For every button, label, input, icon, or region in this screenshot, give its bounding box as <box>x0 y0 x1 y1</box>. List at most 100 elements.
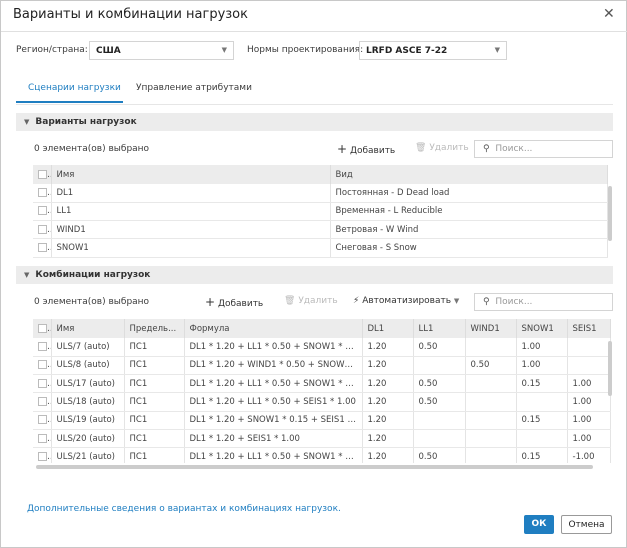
table-row[interactable]: ULS/19 (auto) ПС1 DL1 * 1.20 + SNOW1 * 0.1… <box>33 411 611 430</box>
col-4[interactable]: LL1 <box>413 319 466 338</box>
close-icon[interactable]: ✕ <box>603 6 615 22</box>
row-checkbox[interactable] <box>33 356 52 376</box>
cell <box>465 374 517 394</box>
cell: DL1 * 1.20 + SNOW1 * 0.15 + SEIS1 * 1.00 <box>184 411 363 430</box>
dialog: Варианты и комбинации нагрузок ✕ Регион/… <box>0 0 627 548</box>
cell: 1.20 <box>362 447 414 463</box>
cell: DL1 * 1.20 + LL1 * 0.50 + SNOW1 * 0.15 .… <box>184 374 363 394</box>
col-5[interactable]: WIND1 <box>465 319 517 338</box>
add-label: Добавить <box>217 299 264 309</box>
row-checkbox[interactable] <box>33 202 52 222</box>
row-checkbox[interactable] <box>33 429 52 449</box>
cell: ULS/8 (auto) <box>51 356 125 376</box>
table-row[interactable]: ULS/7 (auto) ПС1 DL1 * 1.20 + LL1 * 0.50 +… <box>33 338 611 357</box>
combos-vscrollbar[interactable] <box>608 341 612 396</box>
col-2[interactable]: Формула <box>184 319 363 338</box>
chevron-down-icon: ▼ <box>221 46 227 54</box>
cell: ULS/20 (auto) <box>51 429 125 449</box>
dialog-title: Варианты и комбинации нагрузок <box>13 7 248 22</box>
add-case-button[interactable]: + Добавить <box>337 142 395 156</box>
col-7[interactable]: SEIS1 <box>567 319 611 338</box>
row-checkbox[interactable] <box>33 238 52 258</box>
cell: 1.20 <box>362 356 414 376</box>
select-all-checkbox[interactable] <box>33 319 52 338</box>
cell: ПС1 <box>124 356 185 376</box>
cell: ПС1 <box>124 392 185 412</box>
table-header: Имя Предель... Формула DL1 LL1 WIND1 SNOW1 SEIS… <box>33 319 611 338</box>
cell: ПС1 <box>124 447 185 463</box>
region-value: США <box>96 46 121 56</box>
cell <box>516 392 568 412</box>
table-row[interactable]: DL1 Постоянная - D Dead load <box>33 184 608 203</box>
cell: 1.20 <box>362 411 414 430</box>
table-row[interactable]: ULS/20 (auto) ПС1 DL1 * 1.20 + SEIS1 * 1.0… <box>33 429 611 449</box>
col-name[interactable]: Имя <box>51 165 331 184</box>
lightning-icon: ⚡ <box>353 296 360 306</box>
select-all-checkbox[interactable] <box>33 165 52 184</box>
table-row[interactable]: ULS/17 (auto) ПС1 DL1 * 1.20 + LL1 * 0.50 … <box>33 374 611 394</box>
automate-button[interactable]: ⚡ Автоматизировать ▼ <box>353 296 459 306</box>
cell: 1.20 <box>362 374 414 394</box>
table-row[interactable]: ULS/18 (auto) ПС1 DL1 * 1.20 + LL1 * 0.50 … <box>33 392 611 412</box>
delete-case-button[interactable]: 🗑 Удалить <box>415 143 469 153</box>
cases-scrollbar[interactable] <box>608 186 612 241</box>
collapse-icon: ▼ <box>24 271 30 279</box>
delete-label: Удалить <box>429 143 469 153</box>
help-link[interactable]: Дополнительные сведения о вариантах и ко… <box>27 504 341 514</box>
cell: DL1 * 1.20 + WIND1 * 0.50 + SNOW1 * 1... <box>184 356 363 376</box>
cell-type: Снеговая - S Snow <box>330 238 608 258</box>
combo-search-input[interactable]: ⚲ Поиск... <box>474 293 613 311</box>
case-search-input[interactable]: ⚲ Поиск... <box>474 140 613 158</box>
section-load-combinations[interactable]: ▼ Комбинации нагрузок <box>16 266 613 284</box>
cancel-button[interactable]: Отмена <box>561 515 612 534</box>
code-label: Нормы проектирования: <box>247 45 364 55</box>
chevron-down-icon: ▼ <box>453 297 460 305</box>
tab-load-scenarios[interactable]: Сценарии нагрузки <box>16 83 123 103</box>
region-select[interactable]: США ▼ <box>89 41 234 60</box>
ok-button[interactable]: ОК <box>524 515 554 534</box>
cell-name: WIND1 <box>51 220 331 240</box>
delete-label: Удалить <box>298 296 338 306</box>
row-checkbox[interactable] <box>33 411 52 430</box>
region-label: Регион/страна: <box>16 45 88 55</box>
cell: ПС1 <box>124 429 185 449</box>
col-type[interactable]: Вид <box>330 165 608 184</box>
cell: ULS/21 (auto) <box>51 447 125 463</box>
col-6[interactable]: SNOW1 <box>516 319 568 338</box>
cell <box>465 447 517 463</box>
cell: 1.20 <box>362 429 414 449</box>
search-icon: ⚲ <box>483 144 490 154</box>
combos-table-viewport: Имя Предель... Формула DL1 LL1 WIND1 SNOW1 SEIS… <box>33 319 613 463</box>
code-select[interactable]: LRFD ASCE 7-22 ▼ <box>359 41 507 60</box>
row-checkbox[interactable] <box>33 338 52 357</box>
table-row[interactable]: WIND1 Ветровая - W Wind <box>33 220 608 240</box>
add-combo-button[interactable]: + Добавить <box>205 295 263 309</box>
row-checkbox[interactable] <box>33 447 52 463</box>
cell: ULS/19 (auto) <box>51 411 125 430</box>
combos-hscrollbar[interactable] <box>36 465 593 469</box>
cell-type: Ветровая - W Wind <box>330 220 608 240</box>
col-3[interactable]: DL1 <box>362 319 414 338</box>
cell: 0.50 <box>413 338 466 357</box>
col-0[interactable]: Имя <box>51 319 125 338</box>
cell-name: DL1 <box>51 184 331 203</box>
table-header: Имя Вид <box>33 165 608 184</box>
table-row[interactable]: ULS/21 (auto) ПС1 DL1 * 1.20 + LL1 * 0.50 … <box>33 447 611 463</box>
row-checkbox[interactable] <box>33 392 52 412</box>
section-title: Комбинации нагрузок <box>35 270 151 280</box>
col-1[interactable]: Предель... <box>124 319 185 338</box>
cell: 1.20 <box>362 338 414 357</box>
cell: 1.00 <box>567 374 611 394</box>
table-row[interactable]: SNOW1 Снеговая - S Snow <box>33 238 608 258</box>
row-checkbox[interactable] <box>33 184 52 203</box>
cell: DL1 * 1.20 + LL1 * 0.50 + SNOW1 * 0.15 .… <box>184 447 363 463</box>
row-checkbox[interactable] <box>33 220 52 240</box>
delete-combo-button[interactable]: 🗑 Удалить <box>284 296 338 306</box>
selection-count: 0 элемента(ов) выбрано <box>34 144 150 154</box>
row-checkbox[interactable] <box>33 374 52 394</box>
section-load-cases[interactable]: ▼ Варианты нагрузок <box>16 113 613 131</box>
tab-attribute-management[interactable]: Управление атрибутами <box>136 83 252 101</box>
table-row[interactable]: ULS/8 (auto) ПС1 DL1 * 1.20 + WIND1 * 0.50… <box>33 356 611 376</box>
cell: ПС1 <box>124 411 185 430</box>
table-row[interactable]: LL1 Временная - L Reducible <box>33 202 608 222</box>
